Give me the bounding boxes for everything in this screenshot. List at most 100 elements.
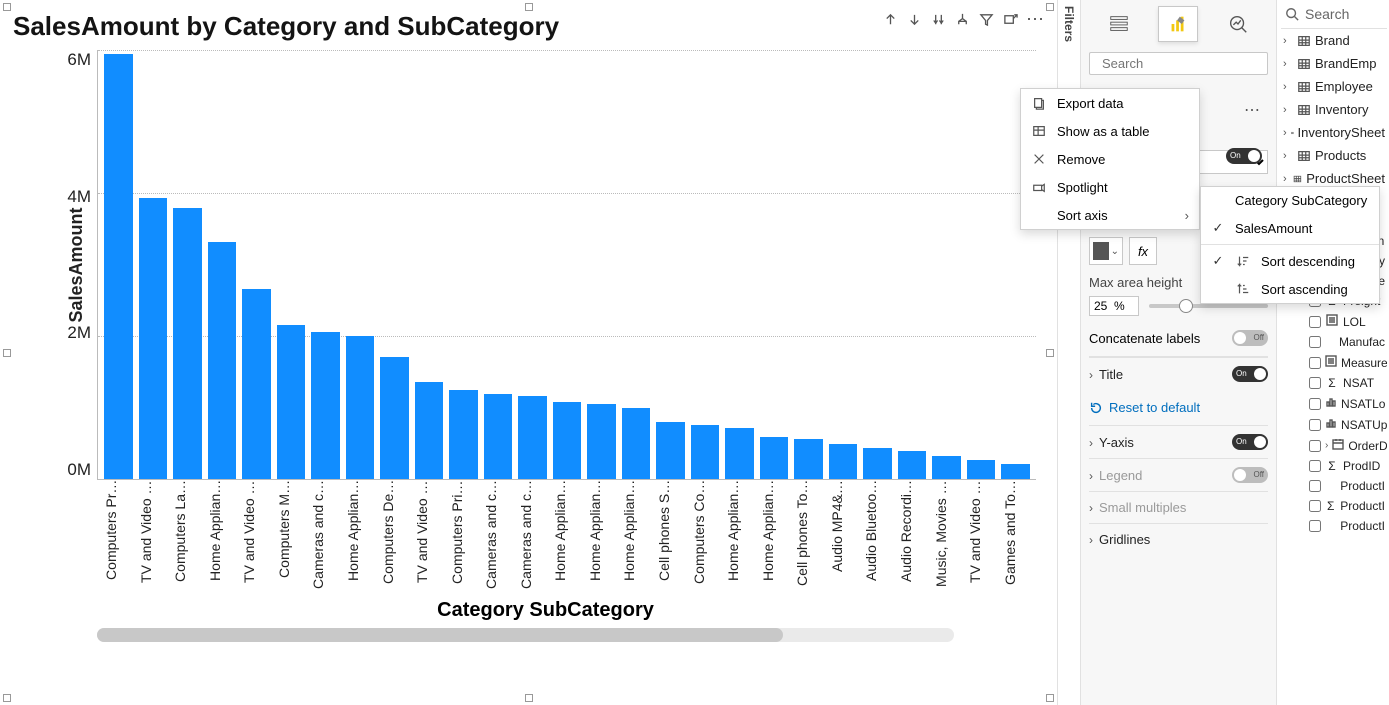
bar[interactable] — [380, 357, 409, 479]
field-item[interactable]: Measure — [1281, 352, 1387, 373]
bar[interactable] — [518, 396, 547, 479]
x-tick-label: Cell phones To… — [794, 480, 823, 595]
title-section[interactable]: ›Title On — [1089, 357, 1268, 390]
menu-spotlight[interactable]: Spotlight — [1021, 173, 1199, 201]
chart-scrollbar-thumb[interactable] — [97, 628, 783, 642]
bar[interactable] — [208, 242, 237, 479]
field-item[interactable]: ΣNSAT — [1281, 373, 1387, 393]
title-toggle[interactable]: On — [1232, 366, 1268, 382]
color-fx-button[interactable]: fx — [1129, 237, 1157, 265]
x-axis-title: Category SubCategory — [45, 599, 1046, 622]
filter-icon[interactable] — [978, 11, 994, 27]
report-canvas[interactable]: ⋯ SalesAmount by Category and SubCategor… — [0, 0, 1057, 705]
drill-down-icon[interactable] — [906, 11, 922, 27]
field-item[interactable]: LOL — [1281, 311, 1387, 332]
table-item[interactable]: ›Inventory — [1281, 98, 1387, 121]
sort-ascending[interactable]: Sort ascending — [1201, 275, 1379, 303]
drill-all-icon[interactable] — [930, 11, 946, 27]
bar[interactable] — [484, 394, 513, 479]
bar[interactable] — [932, 456, 961, 479]
field-item[interactable]: ΣProdID — [1281, 456, 1387, 476]
focus-mode-icon[interactable] — [1002, 11, 1018, 27]
bar[interactable] — [863, 448, 892, 479]
bar[interactable] — [725, 428, 754, 479]
bar[interactable] — [311, 332, 340, 479]
bar[interactable] — [553, 402, 582, 479]
bar[interactable] — [449, 390, 478, 479]
yaxis-section[interactable]: ›Y-axis On — [1089, 425, 1268, 458]
field-item[interactable]: ProductI — [1281, 476, 1387, 496]
table-item[interactable]: ›Products — [1281, 144, 1387, 167]
format-more-icon[interactable]: ⋯ — [1244, 100, 1262, 120]
bar[interactable] — [760, 437, 789, 479]
menu-remove[interactable]: Remove — [1021, 145, 1199, 173]
x-tick-label: TV and Video … — [967, 480, 996, 595]
legend-toggle[interactable]: Off — [1232, 467, 1268, 483]
yaxis-toggle[interactable]: On — [1232, 434, 1268, 450]
visual-header-toolbar: ⋯ — [882, 11, 1046, 27]
tab-format-visual[interactable] — [1158, 6, 1198, 42]
drill-up-icon[interactable] — [882, 11, 898, 27]
field-item[interactable]: Manufac — [1281, 332, 1387, 352]
bar[interactable] — [346, 336, 375, 479]
x-tick-label: Cameras and c… — [310, 480, 339, 595]
menu-show-as-table[interactable]: Show as a table — [1021, 117, 1199, 145]
small-multiples-section[interactable]: ›Small multiples — [1089, 491, 1268, 523]
x-tick-label: Computers Co… — [691, 480, 720, 595]
field-item[interactable]: ProductI — [1281, 516, 1387, 536]
concat-labels-toggle[interactable]: Off — [1232, 330, 1268, 346]
table-item[interactable]: ›Employee — [1281, 75, 1387, 98]
table-item[interactable]: ›InventorySheet — [1281, 121, 1387, 144]
format-search-input[interactable] — [1102, 56, 1278, 71]
x-tick-label: Computers M… — [276, 480, 305, 595]
fields-search[interactable]: Search — [1281, 4, 1387, 29]
bar[interactable] — [622, 408, 651, 479]
legend-section[interactable]: ›Legend Off — [1089, 458, 1268, 491]
color-picker[interactable]: ⌄ — [1089, 237, 1123, 265]
bar[interactable] — [139, 198, 168, 479]
reset-default[interactable]: Reset to default — [1089, 390, 1268, 425]
max-area-slider[interactable] — [1149, 304, 1268, 308]
bar[interactable] — [277, 325, 306, 479]
sort-by-sales[interactable]: ✓SalesAmount — [1201, 214, 1379, 242]
menu-sort-axis[interactable]: Sort axis — [1021, 201, 1199, 229]
tab-build-visual[interactable] — [1099, 6, 1139, 42]
gridlines-section[interactable]: ›Gridlines — [1089, 523, 1268, 555]
x-tick-label: Computers Pr… — [103, 480, 132, 595]
bar[interactable] — [415, 382, 444, 479]
x-tick-label: Home Applian… — [760, 480, 789, 595]
bar[interactable] — [967, 460, 996, 479]
x-tick-label: Home Applian… — [345, 480, 374, 595]
bar[interactable] — [898, 451, 927, 479]
bar[interactable] — [691, 425, 720, 479]
bar[interactable] — [829, 444, 858, 479]
format-search[interactable] — [1089, 52, 1268, 75]
field-item[interactable]: NSATUp — [1281, 414, 1387, 435]
table-item[interactable]: ›Brand — [1281, 29, 1387, 52]
sort-by-category[interactable]: Category SubCategory — [1201, 187, 1379, 214]
menu-export-data[interactable]: Export data — [1021, 89, 1199, 117]
field-item[interactable]: ΣProductI — [1281, 496, 1387, 516]
more-options-icon[interactable]: ⋯ — [1026, 12, 1046, 26]
sort-descending[interactable]: ✓Sort descending — [1201, 247, 1379, 275]
field-item[interactable]: ›OrderDa — [1281, 435, 1387, 456]
bar[interactable] — [1001, 464, 1030, 479]
bar[interactable] — [656, 422, 685, 479]
tab-analytics[interactable] — [1218, 6, 1258, 42]
table-item[interactable]: ›BrandEmp — [1281, 52, 1387, 75]
y-axis-label: SalesAmount — [66, 207, 87, 322]
visual-context-menu: Export data Show as a table Remove Spotl… — [1020, 88, 1200, 230]
chart-plot-area[interactable] — [97, 50, 1036, 480]
bar[interactable] — [587, 404, 616, 479]
max-area-input[interactable] — [1089, 296, 1139, 316]
bar[interactable] — [173, 208, 202, 479]
xaxis-toggle[interactable]: On — [1226, 148, 1262, 164]
hierarchy-icon[interactable] — [954, 11, 970, 27]
chart-scrollbar[interactable] — [97, 628, 954, 642]
x-tick-label: Audio MP4&… — [829, 480, 858, 595]
bar[interactable] — [242, 289, 271, 479]
bar[interactable] — [794, 439, 823, 479]
sort-axis-submenu: Category SubCategory ✓SalesAmount ✓Sort … — [1200, 186, 1380, 304]
bar[interactable] — [104, 54, 133, 479]
field-item[interactable]: NSATLo — [1281, 393, 1387, 414]
